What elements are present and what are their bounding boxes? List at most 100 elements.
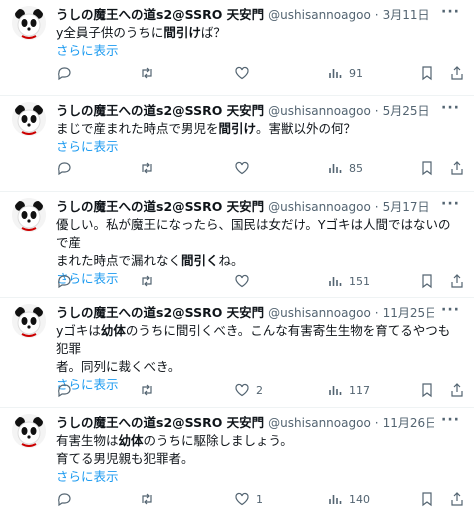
panda-avatar-icon (12, 304, 46, 338)
text-segment: ば？ (200, 25, 226, 40)
bookmark-button[interactable] (419, 381, 435, 399)
avatar[interactable] (12, 102, 46, 136)
retweet-icon (142, 67, 152, 79)
reply-icon (58, 493, 71, 507)
views-chart-icon (329, 386, 342, 395)
views-count: 85 (349, 161, 363, 175)
highlight-text: 幼体 (100, 323, 126, 338)
share-button[interactable] (449, 159, 465, 177)
share-button[interactable] (449, 381, 465, 399)
retweet-button[interactable] (139, 381, 161, 399)
user-name[interactable]: うしの魔王への道s2@SSRO 天安門 (56, 103, 264, 118)
action-bar: 2 117 (56, 381, 465, 399)
avatar[interactable] (12, 414, 46, 448)
avatar[interactable] (12, 6, 46, 40)
tweet-5[interactable]: うしの魔王への道s2@SSRO 天安門 @ushisannoagoo · 11月… (0, 408, 474, 515)
reply-button[interactable] (56, 381, 78, 399)
retweet-button[interactable] (139, 159, 161, 177)
user-name[interactable]: うしの魔王への道s2@SSRO 天安門 (56, 305, 264, 320)
bookmark-icon (422, 383, 432, 398)
user-name[interactable]: うしの魔王への道s2@SSRO 天安門 (56, 199, 264, 214)
share-icon (451, 274, 463, 288)
tweet-3[interactable]: うしの魔王への道s2@SSRO 天安門 @ushisannoagoo · 5月1… (0, 192, 474, 298)
retweet-icon (142, 162, 152, 174)
heart-icon (235, 492, 249, 506)
views-button[interactable]: 85 (327, 159, 363, 177)
text-segment: まじで産まれた時点で男児を (56, 121, 219, 136)
like-button[interactable] (234, 64, 256, 82)
tweet-date[interactable]: 11月26日 (383, 416, 434, 430)
bookmark-button[interactable] (419, 159, 435, 177)
show-more-link[interactable]: さらに表示 (56, 42, 456, 60)
panda-avatar-icon (12, 6, 46, 40)
tweet-text: まじで産まれた時点で男児を間引け。害獣以外の何？ さらに表示 (56, 120, 456, 156)
retweet-button[interactable] (139, 490, 161, 508)
heart-icon (235, 274, 249, 288)
text-line: 優しい。私が魔王になったら、国民は女だけ。Yゴキは人間ではないので産 (56, 217, 451, 250)
heart-icon (235, 66, 249, 80)
avatar[interactable] (12, 304, 46, 338)
tweet-1[interactable]: うしの魔王への道s2@SSRO 天安門 @ushisannoagoo · 3月1… (0, 0, 474, 96)
retweet-icon (142, 493, 152, 505)
separator-dot: · (374, 104, 379, 118)
text-segment: 。害獣以外の何？ (256, 121, 357, 136)
bookmark-icon (422, 492, 432, 507)
text-line: 育てる男児親も犯罪者。 (56, 451, 194, 466)
views-button[interactable]: 140 (327, 490, 370, 508)
views-button[interactable]: 117 (327, 381, 370, 399)
bookmark-button[interactable] (419, 64, 435, 82)
panda-avatar-icon (12, 102, 46, 136)
like-button[interactable] (234, 159, 256, 177)
tweet-4[interactable]: うしの魔王への道s2@SSRO 天安門 @ushisannoagoo · 11月… (0, 298, 474, 408)
text-segment: y全員子供のうちに (56, 25, 164, 40)
like-button[interactable]: 2 (234, 381, 263, 399)
tweet-header: うしの魔王への道s2@SSRO 天安門 @ushisannoagoo · 3月1… (56, 6, 434, 24)
user-handle[interactable]: @ushisannoagoo (268, 306, 371, 320)
reply-button[interactable] (56, 272, 78, 290)
tweet-header: うしの魔王への道s2@SSRO 天安門 @ushisannoagoo · 11月… (56, 304, 434, 322)
views-chart-icon (329, 69, 342, 78)
user-handle[interactable]: @ushisannoagoo (268, 8, 371, 22)
tweet-text: 有害生物は幼体のうちに駆除しましょう。 育てる男児親も犯罪者。 さらに表示 (56, 432, 456, 486)
show-more-link[interactable]: さらに表示 (56, 468, 456, 486)
reply-icon (58, 162, 71, 176)
tweet-date[interactable]: 11月25日 (383, 306, 434, 320)
reply-button[interactable] (56, 490, 78, 508)
tweet-date[interactable]: 3月11日 (383, 8, 430, 22)
more-options-icon[interactable]: ··· (441, 4, 460, 20)
user-handle[interactable]: @ushisannoagoo (268, 416, 371, 430)
user-handle[interactable]: @ushisannoagoo (268, 200, 371, 214)
user-handle[interactable]: @ushisannoagoo (268, 104, 371, 118)
bookmark-button[interactable] (419, 490, 435, 508)
tweet-2[interactable]: うしの魔王への道s2@SSRO 天安門 @ushisannoagoo · 5月2… (0, 96, 474, 192)
bookmark-button[interactable] (419, 272, 435, 290)
separator-dot: · (374, 416, 379, 430)
reply-button[interactable] (56, 159, 78, 177)
views-button[interactable]: 151 (327, 272, 370, 290)
more-options-icon[interactable]: ··· (441, 100, 460, 116)
share-button[interactable] (449, 272, 465, 290)
panda-avatar-icon (12, 198, 46, 232)
reply-icon (58, 384, 71, 398)
share-icon (451, 66, 463, 80)
avatar[interactable] (12, 198, 46, 232)
more-options-icon[interactable]: ··· (441, 302, 460, 318)
more-options-icon[interactable]: ··· (441, 412, 460, 428)
retweet-button[interactable] (139, 272, 161, 290)
share-button[interactable] (449, 490, 465, 508)
text-segment: のうちに駆除しましょう。 (143, 433, 293, 448)
share-button[interactable] (449, 64, 465, 82)
retweet-button[interactable] (139, 64, 161, 82)
reply-icon (58, 67, 71, 81)
user-name[interactable]: うしの魔王への道s2@SSRO 天安門 (56, 7, 264, 22)
show-more-link[interactable]: さらに表示 (56, 138, 456, 156)
more-options-icon[interactable]: ··· (441, 196, 460, 212)
views-count: 117 (349, 383, 370, 397)
tweet-date[interactable]: 5月25日 (383, 104, 430, 118)
reply-button[interactable] (56, 64, 78, 82)
like-button[interactable] (234, 272, 256, 290)
user-name[interactable]: うしの魔王への道s2@SSRO 天安門 (56, 415, 264, 430)
views-button[interactable]: 91 (327, 64, 363, 82)
tweet-date[interactable]: 5月17日 (383, 200, 430, 214)
like-button[interactable]: 1 (234, 490, 263, 508)
